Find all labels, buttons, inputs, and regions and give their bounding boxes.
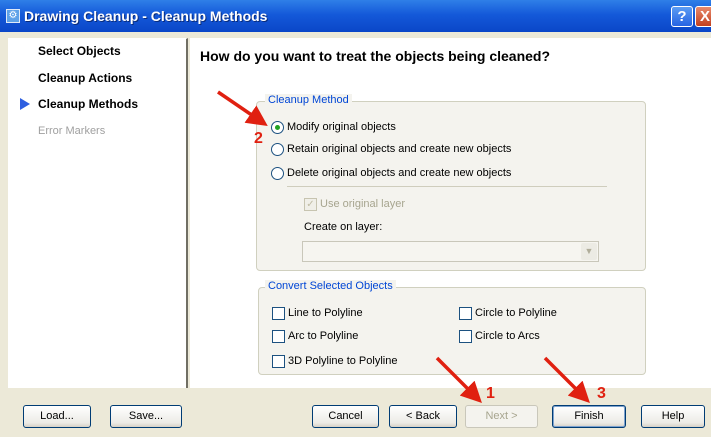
wizard-steps-panel	[8, 38, 188, 388]
annotation-number-2: 2	[254, 130, 263, 147]
cancel-button[interactable]: Cancel	[312, 405, 379, 428]
line-to-polyline-label[interactable]: Line to Polyline	[288, 307, 363, 319]
retain-original-radio[interactable]	[271, 143, 284, 156]
nav-step-cleanup-actions[interactable]: Cleanup Actions	[38, 71, 132, 85]
title-bar: ⚙ Drawing Cleanup - Cleanup Methods ? X	[0, 0, 711, 32]
line-to-polyline-checkbox[interactable]	[272, 307, 285, 320]
circle-to-polyline-checkbox[interactable]	[459, 307, 472, 320]
next-button: Next >	[465, 405, 538, 428]
save-button[interactable]: Save...	[110, 405, 182, 428]
help-title-button[interactable]: ?	[671, 6, 693, 27]
nav-step-cleanup-methods[interactable]: Cleanup Methods	[38, 97, 138, 111]
current-step-arrow-icon	[20, 98, 30, 110]
cleanup-method-legend: Cleanup Method	[265, 94, 352, 106]
back-button[interactable]: < Back	[389, 405, 457, 428]
close-button[interactable]: X	[695, 6, 711, 27]
modify-original-label[interactable]: Modify original objects	[287, 121, 396, 133]
annotation-number-1: 1	[486, 385, 495, 402]
retain-original-label[interactable]: Retain original objects and create new o…	[287, 143, 511, 155]
delete-original-label[interactable]: Delete original objects and create new o…	[287, 167, 511, 179]
arc-to-polyline-checkbox[interactable]	[272, 330, 285, 343]
use-original-layer-label: Use original layer	[320, 198, 405, 210]
nav-step-select-objects[interactable]: Select Objects	[38, 44, 121, 58]
app-icon: ⚙	[6, 9, 20, 23]
method-divider	[287, 186, 607, 187]
window-title: Drawing Cleanup - Cleanup Methods	[24, 8, 268, 24]
nav-step-error-markers: Error Markers	[38, 125, 106, 137]
modify-original-radio[interactable]	[271, 121, 284, 134]
create-on-layer-label: Create on layer:	[304, 221, 383, 233]
convert-objects-legend: Convert Selected Objects	[265, 280, 396, 292]
annotation-number-3: 3	[597, 385, 606, 402]
load-button[interactable]: Load...	[23, 405, 91, 428]
circle-to-arcs-checkbox[interactable]	[459, 330, 472, 343]
help-button[interactable]: Help	[641, 405, 705, 428]
delete-original-radio[interactable]	[271, 167, 284, 180]
arc-to-polyline-label[interactable]: Arc to Polyline	[288, 330, 358, 342]
3d-polyline-to-polyline-label[interactable]: 3D Polyline to Polyline	[288, 355, 397, 367]
circle-to-arcs-label[interactable]: Circle to Arcs	[475, 330, 540, 342]
chevron-down-icon: ▼	[581, 243, 597, 260]
finish-button[interactable]: Finish	[552, 405, 626, 428]
3d-polyline-to-polyline-checkbox[interactable]	[272, 355, 285, 368]
circle-to-polyline-label[interactable]: Circle to Polyline	[475, 307, 557, 319]
use-original-layer-checkbox: ✓	[304, 198, 317, 211]
create-on-layer-select: ▼	[302, 241, 599, 262]
page-question: How do you want to treat the objects bei…	[200, 48, 551, 64]
